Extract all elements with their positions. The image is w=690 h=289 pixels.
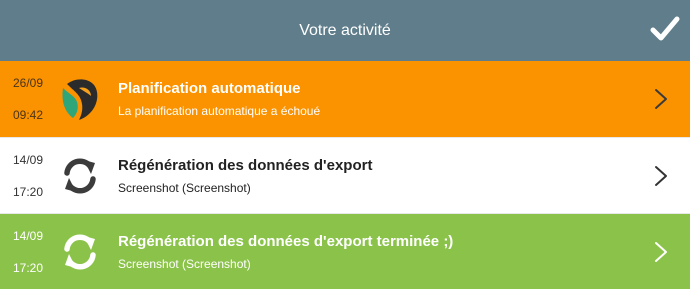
activity-list: 26/09 09:42 Planification automatique La… [0, 61, 690, 289]
page-title: Votre activité [299, 21, 391, 39]
chevron-right-icon [655, 89, 667, 109]
activity-time: 17:20 [13, 260, 44, 275]
activity-date: 14/09 [13, 228, 44, 243]
activity-date: 14/09 [13, 152, 44, 167]
activity-item-planning[interactable]: 26/09 09:42 Planification automatique La… [0, 61, 690, 137]
refresh-icon [54, 150, 106, 202]
activity-time: 09:42 [13, 108, 44, 122]
timestamp: 26/09 09:42 [0, 77, 54, 121]
activity-time: 17:20 [13, 184, 44, 199]
timestamp: 14/09 17:20 [0, 154, 54, 198]
activity-item-export[interactable]: 14/09 17:20 Régénération des données d'e… [0, 137, 690, 213]
activity-item-export-done[interactable]: 14/09 17:20 Régénération des données d'e… [0, 213, 690, 289]
planning-logo-icon [54, 73, 106, 125]
chevron-right-icon [655, 165, 667, 186]
checkmark-icon[interactable] [648, 12, 682, 46]
timestamp: 14/09 17:20 [0, 230, 54, 274]
app-header: Votre activité [0, 0, 690, 61]
activity-subtitle: La planification automatique a échoué [118, 104, 321, 118]
refresh-icon [54, 226, 106, 278]
activity-title: Régénération des données d'export termin… [118, 232, 454, 250]
activity-title: Régénération des données d'export [118, 156, 373, 174]
activity-date: 26/09 [13, 76, 44, 90]
activity-title: Planification automatique [118, 80, 301, 97]
activity-subtitle: Screenshot (Screenshot) [118, 256, 251, 271]
chevron-right-icon [655, 241, 667, 262]
activity-subtitle: Screenshot (Screenshot) [118, 180, 251, 195]
